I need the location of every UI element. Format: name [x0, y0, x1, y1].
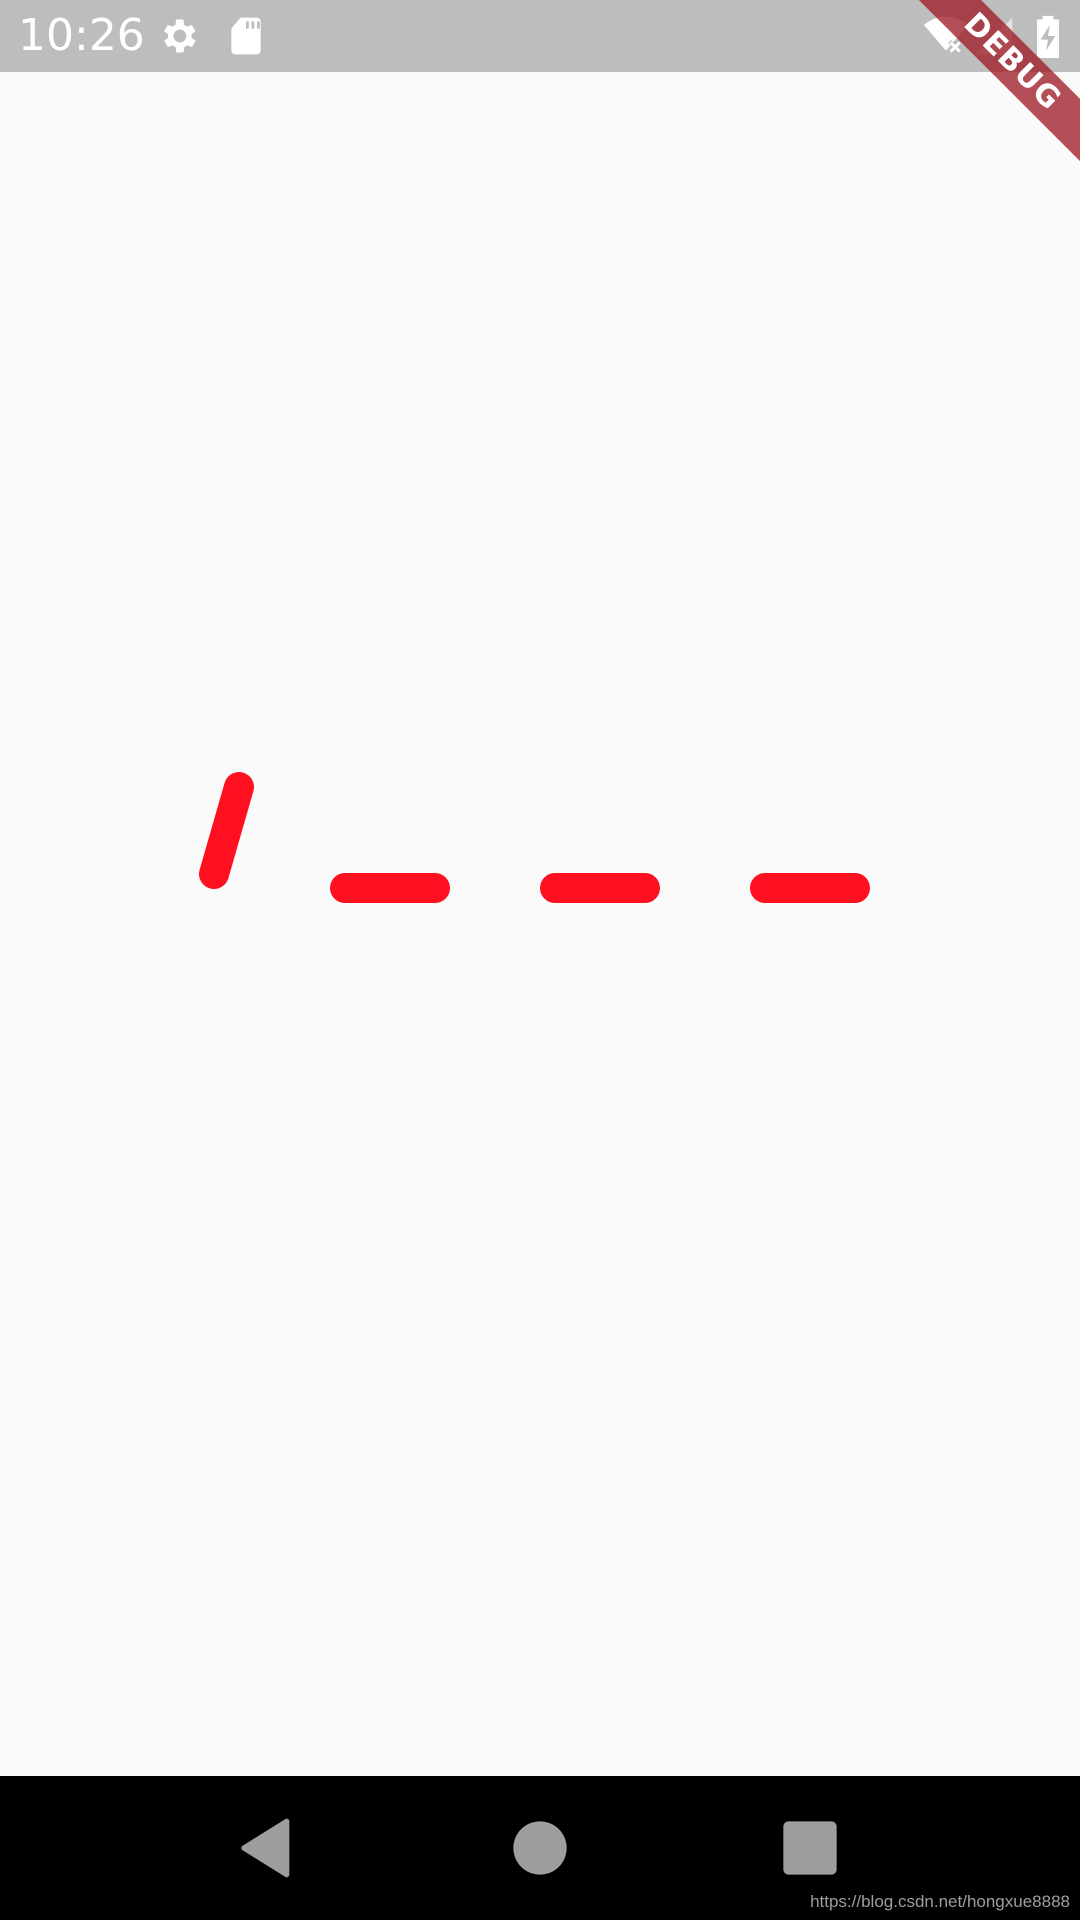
back-icon[interactable]	[236, 1816, 300, 1880]
status-bar: 10:26	[0, 0, 1080, 72]
status-time: 10:26	[18, 10, 145, 61]
recents-icon[interactable]	[778, 1816, 842, 1880]
battery-charging-icon	[1030, 14, 1066, 58]
gear-icon	[156, 14, 200, 58]
app-screen: 10:26 DEBUG https://blog.csdn.net/hongxu…	[0, 0, 1080, 1920]
drawing-canvas	[199, 772, 870, 903]
navigation-bar: https://blog.csdn.net/hongxue8888	[0, 1776, 1080, 1920]
wifi-off-icon	[920, 14, 972, 58]
slanted-stroke	[199, 772, 254, 889]
signal-icon	[972, 14, 1016, 58]
home-icon[interactable]	[508, 1816, 572, 1880]
canvas-area	[0, 72, 1080, 1776]
sd-card-icon	[224, 14, 268, 58]
watermark: https://blog.csdn.net/hongxue8888	[810, 1892, 1070, 1911]
